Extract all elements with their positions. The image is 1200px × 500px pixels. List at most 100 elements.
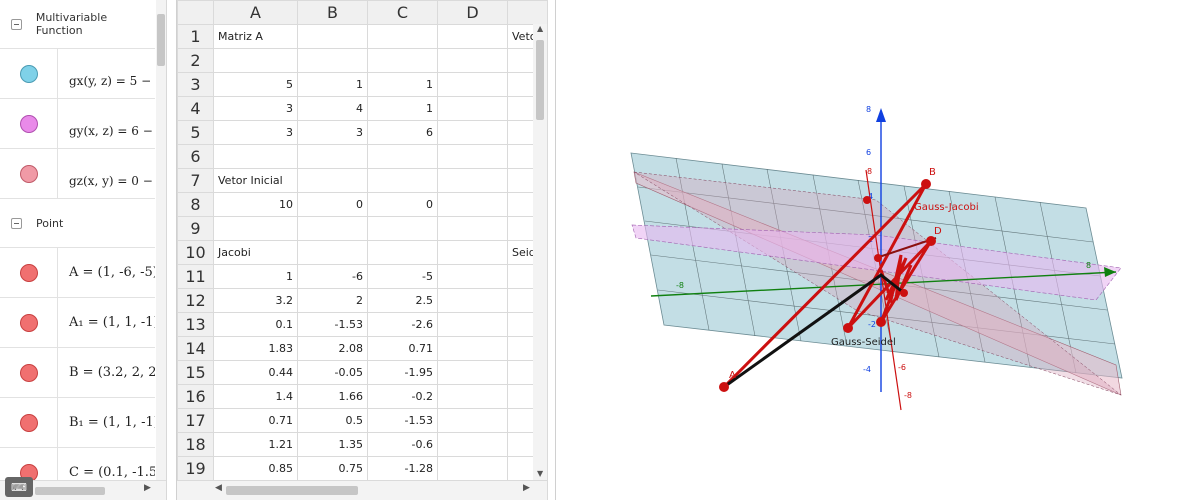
point-b1[interactable] [876, 317, 886, 327]
graphics-3d-view[interactable]: 8 6 4 2 -2 -4 -8 8 8 -6 -8 B D A Gauss-J… [556, 0, 1200, 500]
row-header[interactable]: 2 [177, 48, 214, 73]
cell[interactable] [437, 72, 508, 97]
row-header[interactable]: 9 [177, 216, 214, 241]
cell[interactable]: Vetor Inicial [213, 168, 298, 193]
cell[interactable] [437, 96, 508, 121]
cell[interactable]: 3 [297, 120, 368, 145]
cell[interactable] [437, 312, 508, 337]
point-c[interactable] [843, 323, 853, 333]
cell[interactable]: 1 [213, 264, 298, 289]
row-header[interactable]: 12 [177, 288, 214, 313]
cell[interactable]: 0.5 [297, 408, 368, 433]
cell[interactable] [437, 360, 508, 385]
cell[interactable]: 5 [213, 72, 298, 97]
algebra-item-point-a1[interactable]: A₁ = (1, 1, -1) [0, 298, 155, 348]
cell[interactable] [437, 144, 508, 169]
cell[interactable]: 1.66 [297, 384, 368, 409]
cell[interactable]: 6 [367, 120, 438, 145]
cell[interactable] [437, 192, 508, 217]
cell[interactable] [437, 120, 508, 145]
cell[interactable] [437, 408, 508, 433]
cell[interactable] [213, 48, 298, 73]
point-d[interactable] [926, 236, 936, 246]
cell[interactable] [367, 216, 438, 241]
cell[interactable] [367, 240, 438, 265]
cell[interactable] [297, 24, 368, 49]
algebra-item-gy[interactable]: gy(x, z) = 6 − [0, 99, 155, 149]
point-b[interactable] [921, 179, 931, 189]
cell[interactable] [437, 336, 508, 361]
scroll-right-arrow-icon[interactable]: ▶ [523, 483, 530, 493]
cell[interactable]: 0 [367, 192, 438, 217]
row-header[interactable]: 4 [177, 96, 214, 121]
cell[interactable]: -6 [297, 264, 368, 289]
cell[interactable] [437, 384, 508, 409]
cell[interactable]: 1.4 [213, 384, 298, 409]
visibility-toggle-icon[interactable] [19, 114, 38, 133]
column-header-b[interactable]: B [297, 0, 368, 25]
cell[interactable] [367, 48, 438, 73]
cell[interactable] [367, 24, 438, 49]
cell[interactable]: -1.95 [367, 360, 438, 385]
row-header[interactable]: 6 [177, 144, 214, 169]
graphics-3d-canvas[interactable]: 8 6 4 2 -2 -4 -8 8 8 -6 -8 B D A Gauss-J… [556, 0, 1200, 500]
visibility-toggle-icon[interactable] [19, 313, 38, 332]
algebra-item-point-b1[interactable]: B₁ = (1, 1, -1) [0, 398, 155, 448]
algebra-vertical-scroll-thumb[interactable] [157, 14, 165, 66]
category-point[interactable]: Point [0, 199, 155, 248]
algebra-item-text[interactable]: B = (3.2, 2, 2. [58, 348, 155, 397]
point-f[interactable] [900, 289, 908, 297]
algebra-item-point-a[interactable]: A = (1, -6, -5) [0, 248, 155, 298]
cell[interactable] [437, 24, 508, 49]
row-header[interactable]: 1 [177, 24, 214, 49]
column-header-e[interactable] [507, 0, 548, 25]
cell[interactable]: 0.44 [213, 360, 298, 385]
scroll-right-arrow-icon[interactable]: ▶ [144, 483, 151, 493]
point-a1[interactable] [863, 196, 871, 204]
cell[interactable]: -1.53 [367, 408, 438, 433]
row-header[interactable]: 19 [177, 456, 214, 481]
visibility-toggle-icon[interactable] [19, 164, 38, 183]
column-header-a[interactable]: A [213, 0, 298, 25]
row-header[interactable]: 14 [177, 336, 214, 361]
cell[interactable]: -0.05 [297, 360, 368, 385]
cell[interactable] [297, 168, 368, 193]
cell[interactable] [437, 288, 508, 313]
cell[interactable]: 4 [297, 96, 368, 121]
cell[interactable] [437, 216, 508, 241]
cell[interactable] [297, 216, 368, 241]
collapse-toggle-icon[interactable] [11, 18, 22, 30]
cell[interactable]: -1.53 [297, 312, 368, 337]
cell[interactable]: -5 [367, 264, 438, 289]
cell[interactable] [437, 432, 508, 457]
scroll-down-arrow-icon[interactable]: ▼ [537, 469, 543, 478]
visibility-toggle-icon[interactable] [19, 413, 38, 432]
keyboard-icon[interactable]: ⌨ [5, 477, 33, 497]
cell[interactable] [297, 48, 368, 73]
cell[interactable]: -0.2 [367, 384, 438, 409]
cell[interactable]: 2 [297, 288, 368, 313]
cell[interactable]: 2.5 [367, 288, 438, 313]
cell[interactable]: 1 [367, 96, 438, 121]
cell[interactable]: 0.71 [367, 336, 438, 361]
algebra-item-text[interactable]: A₁ = (1, 1, -1) [58, 298, 155, 347]
cell[interactable]: 1.83 [213, 336, 298, 361]
algebra-item-text[interactable]: gx(y, z) = 5 − [58, 49, 155, 98]
scroll-left-arrow-icon[interactable]: ◀ [215, 483, 222, 493]
cell[interactable] [213, 144, 298, 169]
row-header[interactable]: 18 [177, 432, 214, 457]
scroll-up-arrow-icon[interactable]: ▲ [537, 24, 543, 33]
algebra-item-text[interactable]: gz(x, y) = 0 − [58, 149, 155, 198]
cell[interactable] [367, 168, 438, 193]
row-header[interactable]: 17 [177, 408, 214, 433]
cell[interactable] [437, 456, 508, 481]
cell[interactable]: -0.6 [367, 432, 438, 457]
cell[interactable] [297, 144, 368, 169]
algebra-item-text[interactable]: A = (1, -6, -5) [58, 248, 155, 297]
spreadsheet-vertical-scroll-thumb[interactable] [536, 40, 544, 120]
row-header[interactable]: 15 [177, 360, 214, 385]
cell[interactable]: 0.85 [213, 456, 298, 481]
cell[interactable] [437, 168, 508, 193]
cell[interactable]: Jacobi [213, 240, 298, 265]
row-header[interactable]: 10 [177, 240, 214, 265]
